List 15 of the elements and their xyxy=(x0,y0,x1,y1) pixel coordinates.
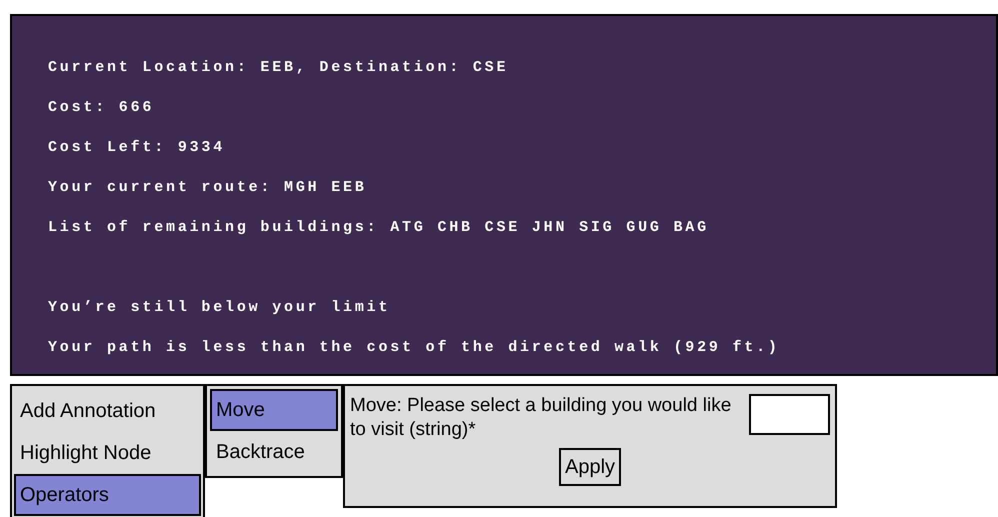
menu-item[interactable]: Highlight Node xyxy=(14,432,201,474)
menu-item[interactable]: Operators xyxy=(14,474,201,516)
status-line: Cost Left: 9334 xyxy=(48,138,226,158)
input-field[interactable] xyxy=(749,394,830,435)
status-line: Current Location: EEB, Destination: CSE xyxy=(48,58,508,78)
menu-item[interactable]: Backtrace xyxy=(210,431,338,473)
menu-item[interactable]: Move xyxy=(210,389,338,431)
status-message: You’re still below your limit xyxy=(48,298,390,318)
prompt-text: Move: Please select a building you would like to visit (string)* xyxy=(350,394,732,442)
status-line: Cost: 666 xyxy=(48,98,154,118)
status-line: Your current route: MGH EEB xyxy=(48,178,367,198)
status-message: Your path is less than the cost of the directed walk (929 ft.) xyxy=(48,338,780,358)
menu-item[interactable]: Add Annotation xyxy=(14,390,201,432)
apply-button[interactable]: Apply xyxy=(558,448,622,486)
status-line: List of remaining buildings: ATG CHB CSE JHN SIG GUG BAG xyxy=(48,218,709,238)
